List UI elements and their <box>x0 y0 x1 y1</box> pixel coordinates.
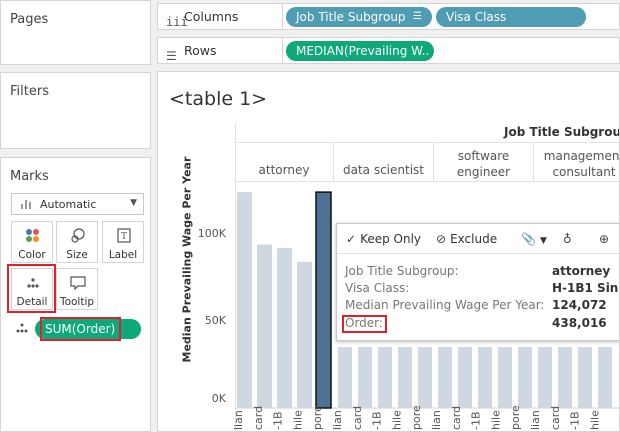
bar[interactable] <box>338 347 352 408</box>
chevron-down-icon: ▼ <box>539 236 547 246</box>
filters-card[interactable]: Filters <box>0 72 151 149</box>
exclude-button[interactable]: ⊘ Exclude <box>436 232 497 246</box>
x-tick-label: pore <box>311 405 324 430</box>
median-wage-pill[interactable]: MEDIAN(Prevailing W.. <box>286 41 434 61</box>
marks-card: Marks Automatic ▼ Color Size T Label Det… <box>0 157 151 432</box>
label-label: Label <box>108 249 138 261</box>
bar[interactable] <box>277 247 292 408</box>
order-highlight-box <box>342 315 387 333</box>
pages-title: Pages <box>10 12 49 27</box>
size-icon <box>71 228 85 243</box>
columns-label-text: Columns <box>184 9 239 24</box>
bar[interactable] <box>378 347 392 408</box>
tooltip-label: Tooltip <box>59 296 95 308</box>
x-tick-label: lian <box>430 410 443 430</box>
bar[interactable] <box>358 347 372 408</box>
bar[interactable] <box>438 347 452 408</box>
median-wage-pill-label: MEDIAN(Prevailing W.. <box>296 44 430 58</box>
worksheet-view[interactable]: <table 1> Job Title Subgroup / attorney … <box>157 71 620 432</box>
bar[interactable] <box>418 347 432 408</box>
lightbulb-icon: ♁ <box>563 232 572 246</box>
tooltip-row: Visa Class:H-1B1 Singa <box>345 281 619 295</box>
visa-class-pill[interactable]: Visa Class <box>436 7 586 27</box>
mark-type-label: Automatic <box>40 198 97 211</box>
x-tick-label: -1B <box>371 411 384 430</box>
x-tick-label: hile <box>291 410 304 430</box>
label-icon: T <box>117 228 131 243</box>
bar[interactable] <box>598 347 612 408</box>
paperclip-icon: 📎 <box>521 232 536 246</box>
marks-title: Marks <box>10 169 49 184</box>
bar[interactable] <box>297 261 312 408</box>
tooltip-row: Median Prevailing Wage Per Year: 124,072 <box>345 298 607 312</box>
bar[interactable] <box>237 192 252 408</box>
color-label: Color <box>18 249 46 261</box>
x-tick-label: card <box>549 406 562 430</box>
bar[interactable] <box>578 347 592 408</box>
x-tick-label: pore <box>509 405 522 430</box>
x-tick-label: lian <box>331 410 344 430</box>
tooltip-toolbar: ✓ Keep Only ⊘ Exclude 📎 ▼ ♁ ⊕ <box>337 224 619 254</box>
bar[interactable] <box>458 347 472 408</box>
detail-dots-icon <box>16 323 28 333</box>
bar[interactable] <box>257 244 272 408</box>
filters-title: Filters <box>10 84 49 99</box>
group-button[interactable]: 📎 ▼ <box>521 232 547 246</box>
visa-class-pill-label: Visa Class <box>446 10 507 24</box>
x-tick-label: lian <box>232 410 245 430</box>
bar-chart-icon <box>21 200 31 209</box>
x-tick-label: hile <box>588 410 601 430</box>
x-tick-label: card <box>450 406 463 430</box>
x-tick-label: pore <box>410 405 423 430</box>
label-button[interactable]: T Label <box>102 221 144 263</box>
detail-highlight-box <box>7 264 56 313</box>
rows-icon: ☰ <box>166 49 177 63</box>
bar[interactable] <box>478 347 492 408</box>
rows-label-text: Rows <box>184 43 217 58</box>
x-tick-label: -1B <box>470 411 483 430</box>
check-icon: ✓ <box>346 232 357 246</box>
rows-shelf-label: ☰ Rows <box>158 38 283 63</box>
size-button[interactable]: Size <box>56 221 98 263</box>
sum-order-highlight-box <box>40 317 121 341</box>
keep-only-button[interactable]: ✓ Keep Only <box>346 232 421 246</box>
sort-icon: ☰ <box>413 11 422 22</box>
tooltip-button[interactable]: Tooltip <box>56 268 98 310</box>
columns-shelf[interactable]: iii Columns Job Title Subgroup ☰ Visa Cl… <box>157 3 620 30</box>
color-palette-icon <box>26 229 39 242</box>
job-title-subgroup-pill-label: Job Title Subgroup <box>296 10 406 24</box>
tooltip-popup: ✓ Keep Only ⊘ Exclude 📎 ▼ ♁ ⊕ Job Title Sub… <box>336 223 619 341</box>
insight-button[interactable]: ♁ <box>563 232 576 246</box>
columns-icon: iii <box>166 15 188 29</box>
x-tick-label: card <box>252 406 265 430</box>
mark-type-dropdown[interactable]: Automatic ▼ <box>11 193 144 215</box>
pages-card: Pages <box>0 0 151 65</box>
job-title-subgroup-pill[interactable]: Job Title Subgroup ☰ <box>286 7 432 27</box>
columns-shelf-label: iii Columns <box>158 4 283 29</box>
svg-text:T: T <box>121 232 127 242</box>
size-label: Size <box>66 249 88 261</box>
bar[interactable] <box>538 347 552 408</box>
sets-button[interactable]: ⊕ <box>599 232 613 246</box>
bar[interactable] <box>558 347 572 408</box>
bar[interactable] <box>518 347 532 408</box>
bar[interactable] <box>315 191 332 409</box>
rows-shelf[interactable]: ☰ Rows MEDIAN(Prevailing W.. <box>157 37 620 64</box>
exclude-icon: ⊘ <box>436 232 447 246</box>
x-tick-label: lian <box>529 410 542 430</box>
x-tick-label: card <box>351 406 364 430</box>
chevron-down-icon: ▼ <box>130 198 137 208</box>
tooltip-icon <box>70 276 86 291</box>
x-tick-label: -1B <box>272 411 285 430</box>
bar[interactable] <box>398 347 412 408</box>
bar[interactable] <box>498 347 512 408</box>
tooltip-row: Job Title Subgroup: attorney <box>345 264 611 278</box>
sets-icon: ⊕ <box>599 232 610 246</box>
color-button[interactable]: Color <box>11 221 53 263</box>
x-tick-label: hile <box>390 410 403 430</box>
x-tick-label: -1B <box>569 411 582 430</box>
x-tick-label: hile <box>489 410 502 430</box>
